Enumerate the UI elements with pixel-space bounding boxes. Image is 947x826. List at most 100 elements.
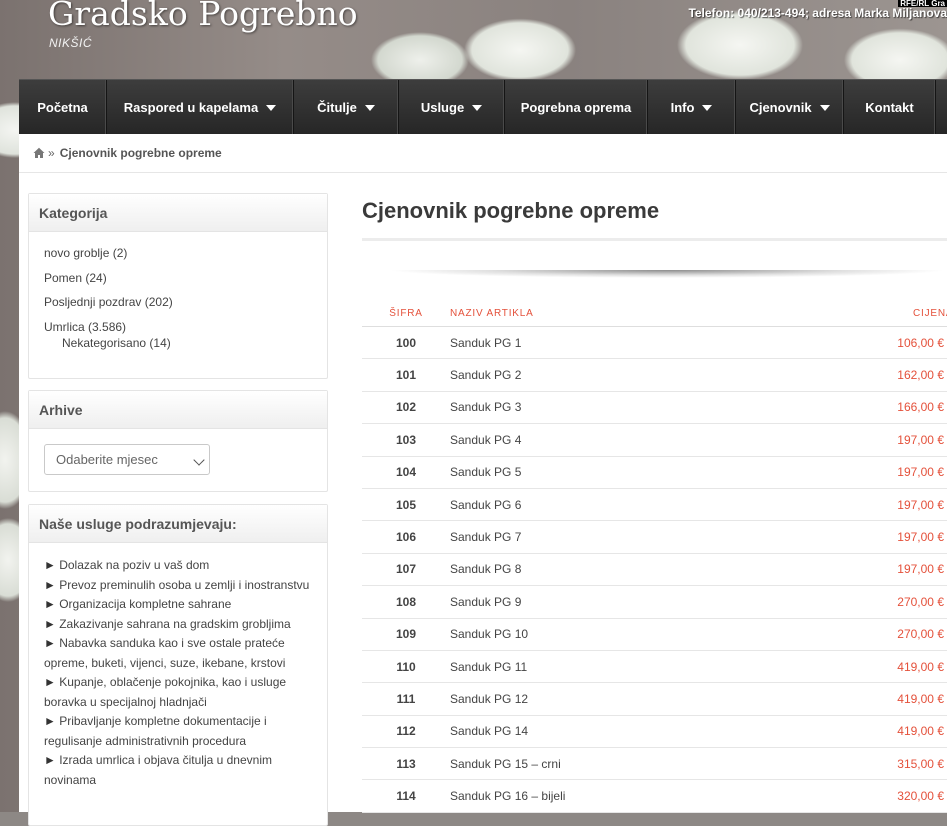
item-name: Sanduk PG 8: [450, 553, 798, 587]
nav-item-pocetna[interactable]: Početna: [19, 80, 107, 135]
nav-item-info[interactable]: Info: [648, 80, 736, 135]
item-code: 108: [362, 585, 450, 619]
item-name: Sanduk PG 7: [450, 520, 798, 554]
item-name: Sanduk PG 11: [450, 650, 798, 684]
item-code: 109: [362, 618, 450, 651]
item-price: 197,00 €: [797, 488, 947, 522]
item-name: Sanduk PG 2: [450, 358, 798, 392]
table-row: 114 Sanduk PG 16 – bijeli 320,00 €: [362, 779, 947, 813]
item-name: Sanduk PG 16 – bijeli: [450, 779, 798, 813]
caret-down-icon: [819, 104, 830, 111]
category-label[interactable]: Pomen: [44, 271, 82, 285]
item-name: Sanduk PG 14: [450, 715, 798, 749]
item-price: 315,00 €: [797, 747, 947, 781]
item-price: 166,00 €: [797, 391, 947, 425]
table-row: 112 Sanduk PG 14 419,00 €: [362, 715, 947, 749]
column-header-name: NAZIV ARTIKLA: [450, 300, 798, 327]
item-code: 103: [362, 423, 450, 457]
category-label[interactable]: Posljednji pozdrav: [44, 295, 141, 309]
category-count: (2): [112, 246, 128, 260]
service-item: Organizacija kompletne sahrane: [44, 595, 317, 615]
nav-item-kontakt[interactable]: Kontakt: [844, 80, 936, 135]
nav-label: Kontakt: [865, 100, 914, 115]
category-item[interactable]: novo groblje (2): [44, 243, 327, 268]
item-price: 197,00 €: [797, 456, 947, 489]
item-code: 110: [362, 650, 450, 684]
item-code: 100: [362, 326, 450, 360]
main-container: » Cjenovnik pogrebne opreme Kategorija n…: [19, 134, 947, 826]
item-code: 112: [362, 715, 450, 749]
nav-label: Početna: [37, 100, 88, 115]
item-code: 114: [362, 779, 450, 813]
nav-item-pogrebna-oprema[interactable]: Pogrebna oprema: [505, 80, 648, 135]
widget-title: Naše usluge podrazumjevaju:: [29, 505, 327, 543]
category-count: (202): [144, 295, 173, 309]
service-item: Prevoz preminulih osoba u zemlji i inost…: [44, 576, 317, 596]
table-header-row: ŠIFRA NAZIV ARTIKLA CIJENA: [362, 300, 947, 327]
archive-month-select[interactable]: Odaberite mjesec: [44, 444, 210, 475]
site-title[interactable]: Gradsko Pogrebno: [48, 0, 358, 33]
table-row: 103 Sanduk PG 4 197,00 €: [362, 423, 947, 457]
home-icon[interactable]: [33, 147, 45, 159]
item-name: Sanduk PG 3: [450, 391, 798, 425]
nav-item-usluge[interactable]: Usluge: [399, 80, 505, 135]
services-list: Dolazak na poziv u vaš dom Prevoz premin…: [29, 543, 327, 790]
title-divider: [362, 238, 947, 241]
table-row: 109 Sanduk PG 10 270,00 €: [362, 618, 947, 651]
item-code: 105: [362, 488, 450, 522]
caret-down-icon: [266, 104, 277, 111]
category-item[interactable]: Posljednji pozdrav (202): [44, 292, 327, 317]
service-item: Zakazivanje sahrana na gradskim grobljim…: [44, 615, 317, 635]
nav-item-cjenovnik[interactable]: Cjenovnik: [736, 80, 844, 135]
category-count: (3.586): [88, 319, 127, 334]
service-item: Izrada umrlica i objava čitulja u dnevni…: [44, 751, 317, 790]
caret-down-icon: [472, 104, 483, 111]
site-header: Gradsko Pogrebno NIKŠIĆ Telefon: 040/213…: [0, 0, 947, 80]
item-name: Sanduk PG 12: [450, 682, 798, 716]
widget-title: Kategorija: [29, 194, 327, 232]
table-row: 113 Sanduk PG 15 – crni 315,00 €: [362, 747, 947, 781]
item-code: 107: [362, 553, 450, 587]
caret-down-icon: [364, 104, 375, 111]
service-item: Dolazak na poziv u vaš dom: [44, 556, 317, 576]
item-name: Sanduk PG 15 – crni: [450, 747, 798, 781]
select-value: Odaberite mjesec: [56, 452, 158, 467]
category-item[interactable]: Nekategorisano (14): [44, 336, 327, 356]
categories-widget: Kategorija novo groblje (2) Pomen (24) P…: [28, 193, 328, 379]
table-row: 104 Sanduk PG 5 197,00 €: [362, 456, 947, 489]
widget-title: Arhive: [29, 391, 327, 429]
nav-item-citulje[interactable]: Čitulje: [294, 80, 399, 135]
breadcrumb: » Cjenovnik pogrebne opreme: [19, 134, 947, 173]
breadcrumb-separator: »: [48, 146, 55, 160]
category-label[interactable]: novo groblje: [44, 246, 109, 260]
item-code: 101: [362, 358, 450, 392]
category-count: (14): [149, 336, 171, 350]
corner-badge: RFE/RL Gra: [898, 0, 947, 7]
item-code: 113: [362, 747, 450, 781]
site-subtitle: NIKŠIĆ: [49, 36, 93, 50]
service-item: Kupanje, oblačenje pokojnika, kao i uslu…: [44, 673, 317, 712]
table-row: 108 Sanduk PG 9 270,00 €: [362, 585, 947, 619]
nav-label: Pogrebna oprema: [520, 100, 632, 115]
item-code: 111: [362, 682, 450, 716]
table-row: 106 Sanduk PG 7 197,00 €: [362, 520, 947, 554]
nav-label: Raspored u kapelama: [123, 100, 259, 115]
item-name: Sanduk PG 10: [450, 618, 798, 651]
category-item[interactable]: Pomen (24): [44, 268, 327, 293]
service-item: Pribavljanje kompletne dokumentacije i r…: [44, 712, 317, 751]
item-price: 419,00 €: [797, 650, 947, 684]
table-row: 102 Sanduk PG 3 166,00 €: [362, 391, 947, 425]
category-label[interactable]: Nekategorisano: [62, 336, 146, 350]
nav-item-raspored[interactable]: Raspored u kapelama: [107, 80, 294, 135]
category-label[interactable]: Umrlica: [44, 320, 85, 334]
item-name: Sanduk PG 5: [450, 456, 798, 489]
nav-label: Usluge: [420, 100, 465, 115]
price-table-body: 100 Sanduk PG 1 106,00 €101 Sanduk PG 2 162,…: [362, 326, 947, 813]
table-row: 100 Sanduk PG 1 106,00 €: [362, 326, 947, 360]
column-header-price: CIJENA: [797, 300, 947, 327]
item-price: 162,00 €: [797, 358, 947, 392]
main-navigation: Početna Raspored u kapelama Čitulje Uslu…: [19, 79, 947, 135]
item-code: 106: [362, 520, 450, 554]
chevron-down-icon: [193, 454, 205, 466]
item-price: 419,00 €: [797, 715, 947, 749]
